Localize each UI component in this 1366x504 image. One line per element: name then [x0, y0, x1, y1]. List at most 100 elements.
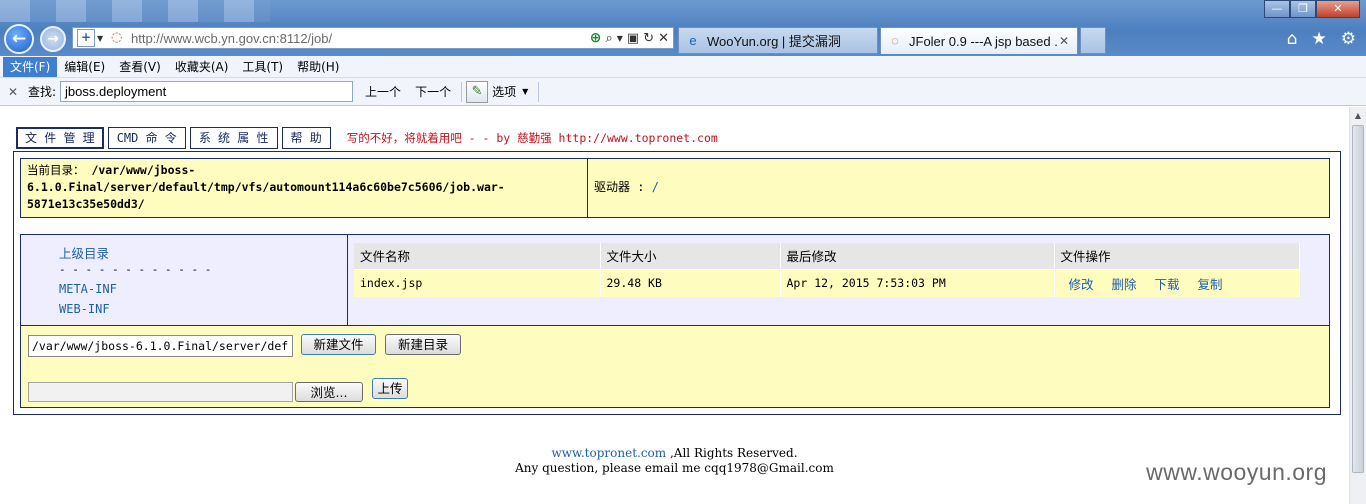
nav-help[interactable]: 帮 助 — [281, 127, 331, 149]
compatibility-view-icon[interactable]: ⊕ — [590, 30, 602, 46]
file-modified: Apr 12, 2015 7:53:03 PM — [780, 268, 1055, 297]
close-window-button[interactable]: ✕ — [1316, 0, 1360, 18]
gear-icon[interactable]: ⚙ — [1341, 29, 1356, 49]
menu-tools[interactable]: 工具(T) — [235, 57, 290, 77]
address-bar[interactable]: + ▼ ◌ http://www.wcb.yn.gov.cn:8112/job/… — [72, 27, 674, 49]
window-controls: — ❐ ✕ — [1264, 0, 1360, 18]
pinned-taskbar-thumbnails — [0, 0, 270, 22]
file-list: 文件名称 文件大小 最后修改 文件操作 index.jsp 29.48 KB A… — [348, 235, 1329, 325]
file-actions: 修改 删除 下载 复制 — [1054, 268, 1300, 297]
find-previous-button[interactable]: 上一个 — [363, 83, 403, 100]
file-table: 文件名称 文件大小 最后修改 文件操作 index.jsp 29.48 KB A… — [354, 243, 1300, 297]
menu-edit[interactable]: 编辑(E) — [57, 57, 112, 77]
file-size: 29.48 KB — [600, 268, 781, 297]
parent-directory-link[interactable]: 上级目录 — [59, 243, 347, 262]
new-file-button[interactable]: 新建文件 — [301, 334, 376, 355]
new-path-input[interactable]: /var/www/jboss-6.1.0.Final/server/def — [28, 335, 293, 357]
table-header-row: 文件名称 文件大小 最后修改 文件操作 — [354, 243, 1300, 269]
column-header-modified: 最后修改 — [780, 243, 1055, 269]
nav-file-manager[interactable]: 文 件 管 理 — [16, 127, 104, 149]
star-icon[interactable]: ★ — [1312, 29, 1327, 49]
new-tab-button[interactable] — [1080, 27, 1106, 54]
divider — [461, 81, 463, 102]
find-next-button[interactable]: 下一个 — [413, 83, 453, 100]
browser-toolbar-icons: ⌂ ★ ⚙ — [1287, 29, 1356, 49]
author-note: 写的不好，将就着用吧 - - by 慈勤强 http://www.toprone… — [346, 131, 718, 145]
upload-file-field[interactable] — [28, 382, 293, 402]
stop-icon[interactable]: ✕ — [658, 31, 669, 46]
page-loading-icon: ◌ — [111, 30, 123, 45]
tab-label: WooYun.org | 提交漏洞 — [707, 34, 841, 49]
address-url[interactable]: http://www.wcb.yn.gov.cn:8112/job/ — [131, 31, 590, 46]
column-header-actions: 文件操作 — [1054, 243, 1300, 269]
tab-label: JFoler 0.9 ---A jsp based ... — [909, 33, 1059, 49]
home-icon[interactable]: ⌂ — [1287, 29, 1298, 49]
footer-site-link[interactable]: www.topronet.com — [551, 446, 666, 460]
directory-item[interactable]: WEB-INF — [59, 302, 347, 316]
minimize-button[interactable]: — — [1264, 0, 1290, 18]
menu-favorites[interactable]: 收藏夹(A) — [168, 57, 236, 77]
current-directory-bar: 当前目录： /var/www/jboss-6.1.0.Final/server/… — [20, 158, 1330, 218]
divider: - - - - - - - - - - - - — [59, 263, 212, 276]
menu-view[interactable]: 查看(V) — [112, 57, 168, 77]
close-icon[interactable]: ✕ — [8, 85, 24, 99]
edit-file-link[interactable]: 修改 — [1069, 277, 1094, 292]
refresh-icon[interactable]: ↻ — [643, 31, 654, 46]
menu-help[interactable]: 帮助(H) — [290, 57, 346, 77]
chevron-down-icon[interactable]: ▼ — [97, 34, 107, 43]
find-input[interactable]: jboss.deployment — [60, 81, 354, 102]
find-bar: ✕ 查找: jboss.deployment 上一个 下一个 ✎ 选项 ▼ — [0, 78, 1366, 106]
compat-page-icon[interactable]: ▣ — [627, 31, 639, 46]
ie-page-icon: e — [689, 32, 697, 48]
actions-area: /var/www/jboss-6.1.0.Final/server/def 新建… — [20, 326, 1330, 408]
find-options-button[interactable]: 选项 — [492, 83, 516, 100]
scroll-up-icon[interactable]: ▲ — [1350, 107, 1366, 124]
drive-label: 驱动器 : — [594, 180, 645, 194]
search-icon[interactable]: ⌕ — [605, 31, 612, 46]
arrow-left-icon: ← — [11, 29, 27, 49]
maximize-button[interactable]: ❐ — [1290, 0, 1316, 18]
highlight-pen-icon[interactable]: ✎ — [466, 80, 489, 103]
address-tools: ⊕ ⌕ ▼ ▣ ↻ ✕ — [590, 30, 669, 46]
browse-button[interactable]: 浏览... — [295, 382, 363, 402]
nav-cmd[interactable]: CMD 命 令 — [107, 127, 186, 149]
current-directory-path: /var/www/jboss-6.1.0.Final/server/defaul… — [27, 163, 505, 211]
nav-system-properties[interactable]: 系 统 属 性 — [189, 127, 278, 149]
page-loading-icon: ◌ — [891, 33, 899, 48]
find-label: 查找: — [28, 85, 57, 99]
table-row: index.jsp 29.48 KB Apr 12, 2015 7:53:03 … — [354, 268, 1300, 297]
page-content: 文 件 管 理 CMD 命 令 系 统 属 性 帮 助 写的不好，将就着用吧 -… — [0, 107, 1349, 504]
current-directory-label: 当前目录： — [27, 163, 85, 177]
tab-jfoler[interactable]: ◌ JFoler 0.9 ---A jsp based ... ✕ — [880, 27, 1078, 54]
copy-file-link[interactable]: 复制 — [1198, 277, 1223, 292]
chevron-down-icon[interactable]: ▼ — [617, 34, 623, 43]
tab-wooyun[interactable]: e WooYun.org | 提交漏洞 — [678, 27, 878, 54]
download-file-link[interactable]: 下载 — [1155, 277, 1180, 292]
current-directory: 当前目录： /var/www/jboss-6.1.0.Final/server/… — [21, 159, 588, 217]
forward-button[interactable]: → — [40, 26, 66, 52]
directory-item[interactable]: META-INF — [59, 282, 347, 296]
jfoler-nav: 文 件 管 理 CMD 命 令 系 统 属 性 帮 助 写的不好，将就着用吧 -… — [16, 127, 718, 149]
drive-link[interactable]: / — [652, 180, 659, 194]
column-header-name: 文件名称 — [354, 243, 601, 269]
menu-file[interactable]: 文件(F) — [3, 56, 58, 77]
watermark: www.wooyun.org — [1146, 459, 1327, 485]
scrollbar-thumb[interactable] — [1352, 125, 1364, 473]
close-tab-icon[interactable]: ✕ — [1059, 34, 1073, 48]
new-directory-button[interactable]: 新建目录 — [385, 334, 461, 355]
menu-bar: 文件(F) 编辑(E) 查看(V) 收藏夹(A) 工具(T) 帮助(H) — [0, 56, 1366, 78]
drive-selector: 驱动器 : / — [588, 159, 1329, 217]
divider — [538, 81, 540, 102]
upload-button[interactable]: 上传 — [372, 378, 408, 399]
arrow-right-icon: → — [47, 31, 59, 47]
chevron-down-icon[interactable]: ▼ — [522, 87, 528, 96]
delete-file-link[interactable]: 删除 — [1112, 277, 1137, 292]
file-manager-panel: 当前目录： /var/www/jboss-6.1.0.Final/server/… — [13, 151, 1341, 415]
directory-list: 上级目录 - - - - - - - - - - - - META-INF WE… — [21, 235, 348, 325]
file-name: index.jsp — [354, 268, 601, 297]
column-header-size: 文件大小 — [600, 243, 781, 269]
add-favorite-icon[interactable]: + — [77, 29, 95, 47]
footer-rights: ,All Rights Reserved. — [666, 446, 798, 460]
back-button[interactable]: ← — [4, 24, 34, 54]
vertical-scrollbar[interactable]: ▲ — [1349, 107, 1366, 504]
